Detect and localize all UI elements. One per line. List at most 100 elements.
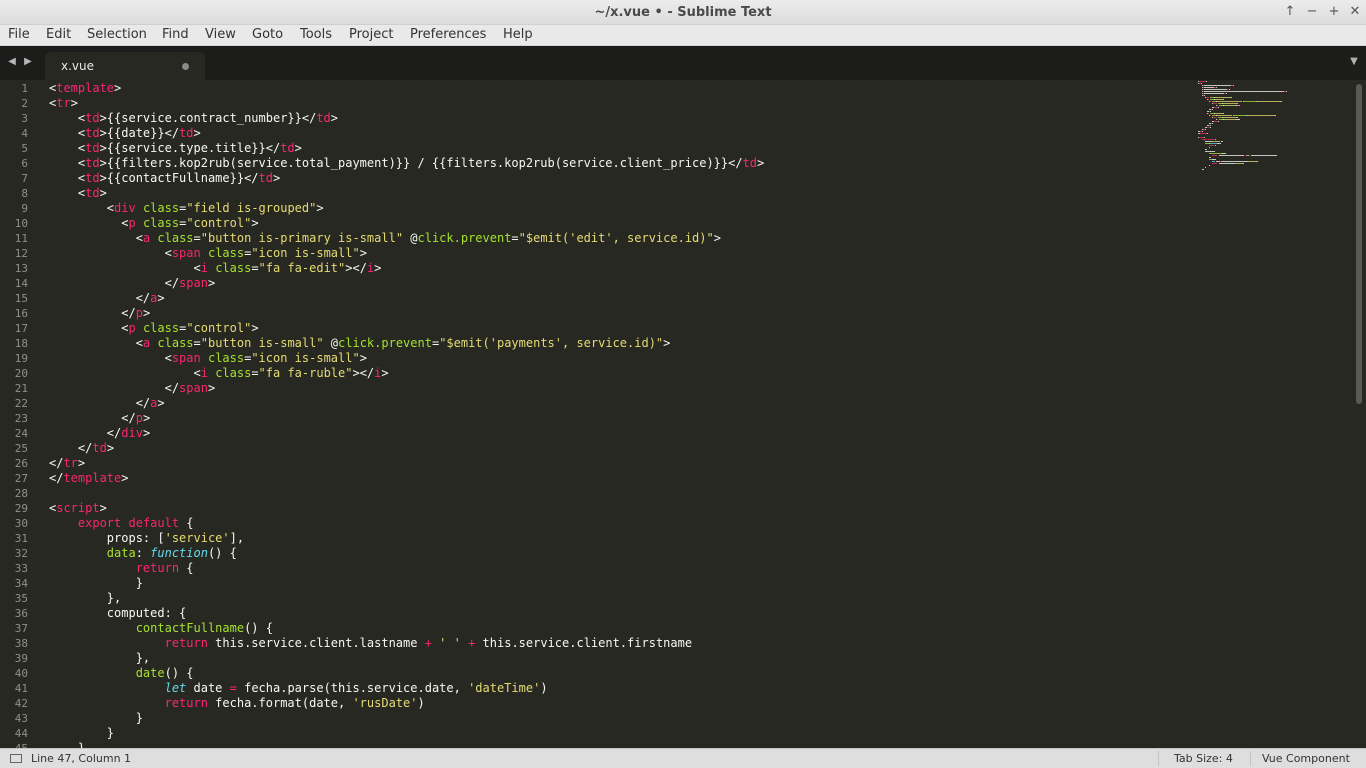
code-line[interactable]: export default {: [49, 516, 194, 531]
minimap-stroke: [1215, 97, 1231, 98]
line-number: 15: [14, 292, 28, 305]
code-token: td: [258, 171, 273, 185]
menu-view[interactable]: View: [205, 27, 236, 43]
line-number: 43: [14, 712, 28, 725]
line-number: 41: [14, 682, 28, 695]
editor-area[interactable]: 1 2 3 4 5 6 7 8 9 10 11 12 13 14 15 16 17 18 19 20 21 22 23 24 2…: [0, 80, 1366, 748]
code-line[interactable]: <i class="fa fa-edit"></i>: [49, 261, 381, 276]
code-line[interactable]: contactFullname() {: [49, 621, 273, 636]
minimap-stroke: [1210, 111, 1211, 112]
minimap-stroke: [1224, 105, 1235, 106]
code-line[interactable]: return {: [49, 561, 194, 576]
code-token: class: [207, 246, 245, 260]
code-token: return: [164, 696, 208, 710]
tab-bar: ◀ ▶ x.vue ▼: [0, 46, 1366, 80]
code-token: </: [49, 276, 180, 290]
code-line[interactable]: <p class="control">: [49, 321, 258, 336]
menu-edit[interactable]: Edit: [46, 27, 71, 43]
code-line[interactable]: <td>{{filters.kop2rub(service.total_paym…: [49, 156, 764, 171]
menu-tools[interactable]: Tools: [300, 27, 332, 43]
tab-size-indicator[interactable]: Tab Size: 4: [1174, 752, 1233, 765]
code-token: <: [49, 246, 172, 260]
code-line[interactable]: }: [49, 576, 143, 591]
menu-help[interactable]: Help: [503, 27, 533, 43]
code-line[interactable]: </p>: [49, 306, 150, 321]
code-line[interactable]: <a class="button is-primary is-small" @c…: [49, 231, 721, 246]
code-line[interactable]: <p class="control">: [49, 216, 258, 231]
code-line[interactable]: },: [49, 651, 150, 666]
scrollbar-thumb[interactable]: [1356, 84, 1362, 404]
code-line[interactable]: <td>{{service.type.title}}</td>: [49, 141, 302, 156]
code-line[interactable]: computed: {: [49, 606, 186, 621]
menu-preferences[interactable]: Preferences: [410, 27, 486, 43]
code-line[interactable]: <div class="field is-grouped">: [49, 201, 324, 216]
code-line[interactable]: </div>: [49, 426, 150, 441]
code-line[interactable]: <td>: [49, 186, 107, 201]
line-number: 14: [14, 277, 28, 290]
minimize-icon[interactable]: −: [1303, 3, 1321, 21]
code-line[interactable]: <tr>: [49, 96, 78, 111]
tab-next-icon[interactable]: ▶: [22, 56, 34, 68]
maximize-icon[interactable]: +: [1325, 3, 1343, 21]
code-line[interactable]: </td>: [49, 441, 114, 456]
code-line[interactable]: <i class="fa fa-ruble"></i>: [49, 366, 388, 381]
line-number-gutter: 1 2 3 4 5 6 7 8 9 10 11 12 13 14 15 16 17 18 19 20 21 22 23 24 2…: [0, 80, 36, 748]
panel-toggle-icon[interactable]: [10, 754, 22, 763]
code-token: td: [85, 186, 100, 200]
minimap-stroke: [1215, 99, 1223, 100]
code-token: class: [157, 336, 194, 350]
code-line[interactable]: <td>{{date}}</td>: [49, 126, 201, 141]
code-line[interactable]: <span class="icon is-small">: [49, 351, 367, 366]
code-line[interactable]: </span>: [49, 381, 216, 396]
close-icon[interactable]: ✕: [1346, 3, 1364, 21]
minimap-stroke: [1218, 107, 1219, 108]
code-line[interactable]: }: [49, 726, 114, 741]
tab-x-vue[interactable]: x.vue: [45, 52, 205, 80]
code-line[interactable]: <a class="button is-small" @click.preven…: [49, 336, 671, 351]
title-bar: ~/x.vue • - Sublime Text ↑ − + ✕: [0, 0, 1366, 25]
code-line[interactable]: <script>: [49, 501, 107, 516]
menu-selection[interactable]: Selection: [87, 27, 147, 43]
menu-project[interactable]: Project: [349, 27, 393, 43]
code-line[interactable]: return this.service.client.lastname + ' …: [49, 636, 692, 651]
code-line[interactable]: }: [49, 711, 143, 726]
unsaved-dot-icon[interactable]: [182, 63, 189, 70]
code-line[interactable]: props: ['service'],: [49, 531, 244, 546]
menu-goto[interactable]: Goto: [252, 27, 283, 43]
menu-file[interactable]: File: [8, 27, 30, 43]
code-line[interactable]: </a>: [49, 291, 165, 306]
code-view[interactable]: <template> <tr> <td>{{service.contract_nu…: [49, 80, 1189, 748]
tab-overflow-icon[interactable]: ▼: [1348, 56, 1360, 68]
code-line[interactable]: </template>: [49, 471, 128, 486]
maximize-up-icon[interactable]: ↑: [1281, 3, 1299, 21]
code-line[interactable]: },: [49, 741, 92, 748]
code-line[interactable]: <td>{{contactFullname}}</td>: [49, 171, 280, 186]
minimap-stroke: [1223, 99, 1224, 100]
code-line[interactable]: },: [49, 591, 121, 606]
minimap-stroke: [1231, 97, 1232, 98]
vertical-scrollbar[interactable]: [1352, 80, 1366, 748]
code-line[interactable]: </a>: [49, 396, 165, 411]
menu-find[interactable]: Find: [162, 27, 189, 43]
minimap-stroke: [1219, 155, 1244, 156]
code-line[interactable]: data: function() {: [49, 546, 237, 561]
syntax-indicator[interactable]: Vue Component: [1262, 752, 1350, 765]
code-line[interactable]: <span class="icon is-small">: [49, 246, 367, 261]
minimap-stroke: [1247, 115, 1275, 116]
minimap[interactable]: [1198, 80, 1348, 748]
minimap-stroke: [1213, 117, 1217, 118]
code-line[interactable]: <td>{{service.contract_number}}</td>: [49, 111, 338, 126]
code-line[interactable]: return fecha.format(date, 'rusDate'): [49, 696, 425, 711]
code-token: >: [193, 126, 201, 140]
code-line[interactable]: </tr>: [49, 456, 85, 471]
code-line[interactable]: </span>: [49, 276, 216, 291]
status-divider: [1250, 751, 1251, 766]
minimap-stroke: [1202, 139, 1207, 140]
code-line[interactable]: <template>: [49, 81, 121, 96]
code-line[interactable]: </p>: [49, 411, 150, 426]
tab-prev-icon[interactable]: ◀: [6, 56, 18, 68]
code-line[interactable]: let date = fecha.parse(this.service.date…: [49, 681, 548, 696]
code-line[interactable]: date() {: [49, 666, 194, 681]
code-token: template: [56, 81, 115, 95]
